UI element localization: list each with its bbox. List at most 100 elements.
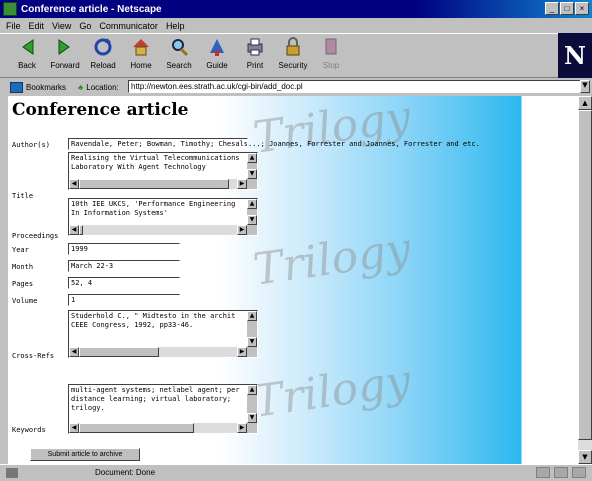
keywords-label: Keywords	[12, 426, 46, 434]
print-button[interactable]: Print	[238, 36, 272, 70]
scroll-thumb[interactable]	[79, 347, 159, 357]
back-button[interactable]: Back	[10, 36, 44, 70]
scroll-corner	[247, 179, 257, 189]
scroll-up-button[interactable]: ▲	[247, 199, 257, 209]
volume-input[interactable]: 1	[68, 294, 180, 306]
proceedings-textarea[interactable]: 10th IEE UKCS, 'Performance Engineering …	[68, 198, 258, 236]
proceedings-horizontal-scrollbar[interactable]: ◀ ▶	[69, 225, 247, 235]
reload-icon	[94, 38, 112, 56]
url-input[interactable]: http://newton.ees.strath.ac.uk/cgi-bin/a…	[128, 80, 582, 93]
scroll-up-button[interactable]: ▲	[247, 311, 257, 321]
status-text: Document: Done	[95, 468, 156, 477]
page-title: Conference article	[12, 100, 189, 120]
scroll-thumb[interactable]	[79, 179, 229, 189]
security-button[interactable]: Security	[276, 36, 310, 70]
stop-label: Stop	[322, 61, 340, 70]
scroll-right-button[interactable]: ▶	[237, 179, 247, 189]
cross-refs-horizontal-scrollbar[interactable]: ◀ ▶	[69, 347, 247, 357]
search-label: Search	[166, 61, 192, 70]
authors-input[interactable]: Ravendale, Peter; Bowman, Timothy; Chesa…	[68, 138, 248, 150]
menu-view[interactable]: View	[52, 21, 71, 31]
title-textarea[interactable]: Realising the Virtual Telecommunications…	[68, 152, 258, 190]
back-label: Back	[18, 61, 36, 70]
scroll-left-button[interactable]: ◀	[69, 347, 79, 357]
security-status-icon[interactable]	[6, 468, 18, 478]
location-bar: Bookmarks ♣ Location: http://newton.ees.…	[0, 79, 592, 95]
scroll-right-button[interactable]: ▶	[237, 423, 247, 433]
title-text: Realising the Virtual Telecommunications…	[71, 154, 240, 171]
cross-refs-textarea[interactable]: Studerhold C., " Midtesto in the archit …	[68, 310, 258, 358]
search-button[interactable]: Search	[162, 36, 196, 70]
scroll-corner	[247, 423, 257, 433]
url-dropdown-button[interactable]: ▼	[580, 80, 590, 93]
bookmarks-icon[interactable]	[10, 81, 23, 93]
netscape-window-icon[interactable]	[3, 2, 17, 16]
component-bar-icon[interactable]	[572, 467, 586, 478]
scroll-thumb[interactable]	[79, 423, 194, 433]
scroll-left-button[interactable]: ◀	[69, 423, 79, 433]
authors-overflow-text: ...; Joannes, Forrester and Joannes, For…	[248, 140, 480, 148]
proceedings-label: Proceedings	[12, 232, 59, 240]
forward-button[interactable]: Forward	[48, 36, 82, 70]
guide-button[interactable]: Guide	[200, 36, 234, 70]
security-lock-icon	[286, 37, 300, 56]
status-bar: Document: Done	[0, 464, 592, 481]
month-label: Month	[12, 263, 34, 271]
reload-button[interactable]: Reload	[86, 36, 120, 70]
keywords-horizontal-scrollbar[interactable]: ◀ ▶	[69, 423, 247, 433]
stop-icon	[325, 38, 337, 55]
year-input[interactable]: 1999	[68, 243, 180, 255]
scroll-down-button[interactable]: ▼	[247, 413, 257, 423]
cross-refs-vertical-scrollbar[interactable]: ▲ ▼	[247, 311, 257, 347]
scroll-left-button[interactable]: ◀	[69, 225, 79, 235]
cross-refs-label: Cross-Refs	[12, 352, 55, 360]
guide-icon	[210, 39, 224, 56]
month-input[interactable]: March 22-3	[68, 260, 180, 272]
scroll-down-button[interactable]: ▼	[247, 169, 257, 179]
pages-input[interactable]: 52, 4	[68, 277, 180, 289]
scroll-down-button[interactable]: ▼	[247, 215, 257, 225]
left-frame-edge	[0, 96, 8, 464]
minimize-button[interactable]: _	[545, 2, 559, 15]
keywords-text: multi-agent systems; netlabel agent; per…	[71, 386, 240, 412]
keywords-vertical-scrollbar[interactable]: ▲ ▼	[247, 385, 257, 423]
scroll-down-button[interactable]: ▼	[247, 337, 257, 347]
menu-communicator[interactable]: Communicator	[99, 21, 158, 31]
security-label: Security	[278, 61, 308, 70]
title-vertical-scrollbar[interactable]: ▲ ▼	[247, 153, 257, 179]
authors-label: Author(s)	[12, 141, 50, 149]
scroll-left-button[interactable]: ◀	[69, 179, 79, 189]
keywords-textarea[interactable]: multi-agent systems; netlabel agent; per…	[68, 384, 258, 434]
guide-label: Guide	[206, 61, 228, 70]
scroll-right-button[interactable]: ▶	[237, 347, 247, 357]
menu-edit[interactable]: Edit	[29, 21, 45, 31]
navigation-toolbar: Back Forward Reload Home Search Guide Pr…	[0, 33, 592, 78]
location-icon: ♣	[78, 82, 84, 92]
page-vertical-scrollbar[interactable]: ▲ ▼	[578, 96, 592, 464]
title-bar: Conference article - Netscape _ □ ×	[0, 0, 592, 18]
proceedings-vertical-scrollbar[interactable]: ▲ ▼	[247, 199, 257, 225]
location-label: Location:	[86, 82, 119, 92]
netscape-logo[interactable]: N	[558, 33, 592, 78]
close-button[interactable]: ×	[575, 2, 589, 15]
submit-article-button[interactable]: Submit article to archive	[30, 448, 140, 461]
home-button[interactable]: Home	[124, 36, 158, 70]
scroll-up-button[interactable]: ▲	[247, 153, 257, 163]
watermark-trilogy: Trilogy	[250, 96, 414, 164]
component-bar-icon[interactable]	[536, 467, 550, 478]
component-bar-icon[interactable]	[554, 467, 568, 478]
menu-file[interactable]: File	[6, 21, 21, 31]
print-icon	[247, 38, 263, 56]
title-horizontal-scrollbar[interactable]: ◀ ▶	[69, 179, 247, 189]
page-scroll-down-button[interactable]: ▼	[578, 450, 592, 464]
menu-go[interactable]: Go	[79, 21, 91, 31]
scroll-up-button[interactable]: ▲	[247, 385, 257, 395]
maximize-button[interactable]: □	[560, 2, 574, 15]
page-scroll-up-button[interactable]: ▲	[578, 96, 592, 110]
stop-button[interactable]: Stop	[314, 36, 348, 70]
scroll-thumb[interactable]	[79, 225, 83, 235]
menu-help[interactable]: Help	[166, 21, 185, 31]
scroll-right-button[interactable]: ▶	[237, 225, 247, 235]
page-scroll-thumb[interactable]	[578, 110, 592, 440]
bookmarks-button[interactable]: Bookmarks	[26, 83, 66, 92]
